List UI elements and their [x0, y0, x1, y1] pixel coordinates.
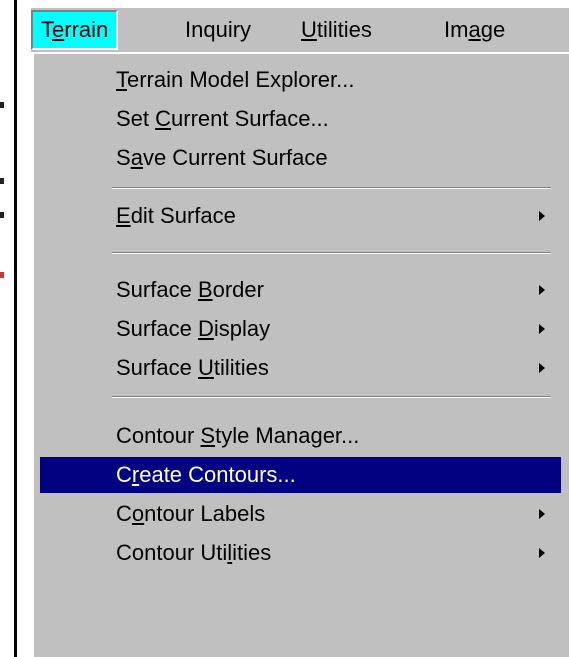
submenu-arrow-icon	[539, 285, 545, 295]
menu-separator	[112, 187, 551, 189]
menu-separator	[112, 252, 551, 254]
menu-separator	[112, 396, 551, 398]
menu-image[interactable]: Image	[436, 10, 513, 50]
menu-item-edit-surface[interactable]: Edit Surface	[40, 198, 563, 234]
menu-item-contour-labels[interactable]: Contour Labels	[40, 496, 563, 532]
menu-item-terrain-model-explorer[interactable]: Terrain Model Explorer...	[40, 62, 563, 98]
menu-item-label: Contour Labels	[116, 501, 266, 526]
submenu-arrow-icon	[539, 363, 545, 373]
menu-item-label: Terrain Model Explorer...	[116, 67, 355, 92]
menu-item-label: Save Current Surface	[116, 145, 328, 170]
submenu-arrow-icon	[539, 548, 545, 558]
window-left-border	[14, 0, 17, 657]
menu-item-surface-utilities[interactable]: Surface Utilities	[40, 350, 563, 386]
menu-item-create-contours[interactable]: Create Contours...	[40, 457, 561, 493]
terrain-dropdown-menu: Terrain Model Explorer... Set Current Su…	[31, 52, 569, 657]
menu-item-label: Edit Surface	[116, 203, 236, 228]
menu-item-label: Surface Display	[116, 316, 271, 341]
menu-item-set-current-surface[interactable]: Set Current Surface...	[40, 101, 563, 137]
menu-item-contour-utilities[interactable]: Contour Utilities	[40, 535, 563, 571]
submenu-arrow-icon	[539, 211, 545, 221]
menu-terrain[interactable]: Terrain	[31, 10, 119, 50]
menu-item-label: Set Current Surface...	[116, 106, 329, 131]
menu-item-save-current-surface[interactable]: Save Current Surface	[40, 140, 563, 176]
menu-bar: Terrain Inquiry Utilities Image	[31, 8, 569, 52]
menu-item-surface-display[interactable]: Surface Display	[40, 311, 563, 347]
submenu-arrow-icon	[539, 324, 545, 334]
menu-item-label: Create Contours...	[116, 462, 296, 487]
menu-item-label: Surface Border	[116, 277, 264, 302]
menu-inquiry[interactable]: Inquiry	[177, 10, 259, 50]
submenu-arrow-icon	[539, 509, 545, 519]
menu-item-contour-style-manager[interactable]: Contour Style Manager...	[40, 418, 563, 454]
menu-utilities[interactable]: Utilities	[293, 10, 380, 50]
menu-item-label: Surface Utilities	[116, 355, 269, 380]
menu-item-label: Contour Style Manager...	[116, 423, 360, 448]
menu-item-label: Contour Utilities	[116, 540, 272, 565]
menu-item-surface-border[interactable]: Surface Border	[40, 272, 563, 308]
